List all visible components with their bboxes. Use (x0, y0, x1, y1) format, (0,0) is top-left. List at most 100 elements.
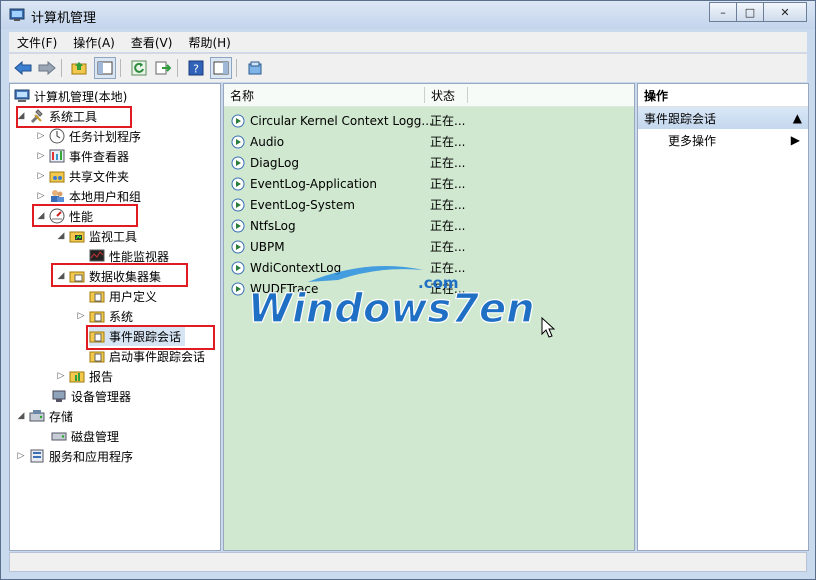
forward-button[interactable] (37, 58, 57, 78)
tree-item-local-users[interactable]: ▷ 本地用户和组 (36, 186, 141, 206)
expand-arrow-icon[interactable]: ▷ (36, 171, 46, 181)
title-bar[interactable]: 计算机管理 – □ ✕ (1, 1, 815, 29)
folder-icon (89, 288, 105, 304)
list-item-status: 正在... (430, 156, 466, 170)
show-action-pane-button[interactable] (210, 57, 232, 79)
trace-session-icon (230, 134, 246, 150)
highlight-box-system-tools (16, 106, 132, 128)
trace-session-icon (230, 176, 246, 192)
list-item-name: Audio (250, 134, 285, 149)
list-item[interactable]: NtfsLog 正在... (230, 215, 465, 236)
tree-label: 启动事件跟踪会话 (109, 349, 206, 364)
column-header-name[interactable]: 名称 (224, 87, 424, 104)
disk-icon (51, 428, 67, 444)
export-list-button[interactable] (153, 58, 173, 78)
tree-item-reports[interactable]: ▷ 报告 (56, 366, 113, 386)
list-item[interactable]: Circular Kernel Context Logg... 正在... (230, 110, 465, 131)
expand-arrow-icon[interactable]: ▷ (56, 371, 66, 381)
collapse-up-icon[interactable]: ▲ (793, 111, 802, 125)
trace-session-icon (230, 155, 246, 171)
trace-session-icon (230, 113, 246, 129)
tree-item-monitor-tools[interactable]: ◢ 监视工具 (56, 226, 137, 246)
toolbar-separator (61, 59, 62, 77)
actions-section-header[interactable]: 事件跟踪会话 ▲ (638, 107, 808, 129)
tree-item-user-defined[interactable]: 用户定义 (89, 286, 157, 306)
expand-arrow-icon[interactable]: ▷ (36, 131, 46, 141)
list-item[interactable]: UBPM 正在... (230, 236, 465, 257)
refresh-button[interactable] (129, 58, 149, 78)
tree-item-storage[interactable]: ◢ 存储 (16, 406, 73, 426)
tree-item-shared-folders[interactable]: ▷ 共享文件夹 (36, 166, 129, 186)
expand-arrow-icon[interactable]: ▷ (16, 451, 26, 461)
tree-label: 系统 (109, 309, 134, 324)
trace-session-icon (230, 197, 246, 213)
back-arrow-icon (14, 61, 32, 75)
tree-item-system[interactable]: ▷ 系统 (76, 306, 133, 326)
trace-session-icon (230, 239, 246, 255)
toolbar: ? (9, 53, 807, 82)
folder-icon (89, 308, 105, 324)
list-item-name: UBPM (250, 239, 285, 254)
expand-arrow-icon[interactable]: ▷ (76, 311, 86, 321)
clock-icon (49, 128, 65, 144)
reports-folder-icon (69, 368, 85, 384)
column-header-status[interactable]: 状态 (425, 87, 467, 104)
services-icon (29, 448, 45, 464)
computer-management-icon (9, 8, 25, 21)
tree-item-root[interactable]: 计算机管理(本地) (14, 86, 127, 106)
mouse-cursor-icon (541, 317, 555, 338)
tree-label: 性能监视器 (109, 249, 170, 264)
expand-arrow-icon[interactable]: ▷ (36, 151, 46, 161)
tree-item-services-apps[interactable]: ▷ 服务和应用程序 (16, 446, 133, 466)
tree-item-device-manager[interactable]: 设备管理器 (51, 386, 131, 406)
window-title: 计算机管理 (31, 11, 97, 26)
list-item-name: DiagLog (250, 155, 299, 170)
back-button[interactable] (13, 58, 33, 78)
tree-label: 共享文件夹 (69, 169, 130, 184)
tree-item-task-scheduler[interactable]: ▷ 任务计划程序 (36, 126, 141, 146)
menu-file[interactable]: 文件(F) (9, 34, 65, 51)
trace-session-icon (230, 260, 246, 276)
tree-label: 用户定义 (109, 289, 158, 304)
tree-item-event-viewer[interactable]: ▷ 事件查看器 (36, 146, 129, 166)
menu-bar: 文件(F) 操作(A) 查看(V) 帮助(H) (9, 32, 807, 52)
storage-icon (29, 408, 45, 424)
tree-label: 报告 (89, 369, 114, 384)
watermark-brand: Windows7en (248, 286, 535, 330)
tree-label: 监视工具 (89, 229, 138, 244)
minimize-button[interactable]: – (709, 2, 737, 22)
collapse-arrow-icon[interactable]: ◢ (16, 411, 26, 421)
list-item-name: NtfsLog (250, 218, 296, 233)
tree-item-disk-management[interactable]: 磁盘管理 (51, 426, 119, 446)
menu-view[interactable]: 查看(V) (123, 34, 181, 51)
list-item[interactable]: DiagLog 正在... (230, 152, 465, 173)
menu-help[interactable]: 帮助(H) (180, 34, 238, 51)
console-tree-icon (97, 61, 113, 75)
column-divider[interactable] (467, 87, 468, 103)
maximize-button[interactable]: □ (736, 2, 764, 22)
tree-label: 任务计划程序 (69, 129, 142, 144)
help-button[interactable]: ? (186, 58, 206, 78)
expand-arrow-icon[interactable]: ▷ (36, 191, 46, 201)
users-icon (49, 188, 65, 204)
tree-label: 事件查看器 (69, 149, 130, 164)
list-item[interactable]: Audio 正在... (230, 131, 465, 152)
list-item[interactable]: EventLog-Application 正在... (230, 173, 465, 194)
collapse-arrow-icon[interactable]: ◢ (56, 231, 66, 241)
up-folder-icon (71, 62, 87, 75)
show-hide-tree-button[interactable] (94, 57, 116, 79)
folder-icon (69, 228, 85, 244)
windows7en-watermark-logo: .com Windows7en (248, 266, 535, 330)
shared-folder-icon (49, 168, 65, 184)
menu-action[interactable]: 操作(A) (65, 34, 123, 51)
tree-label: 服务和应用程序 (49, 449, 134, 464)
action-pane-icon (213, 61, 229, 75)
help-icon: ? (188, 60, 204, 76)
list-item[interactable]: EventLog-System 正在... (230, 194, 465, 215)
up-folder-button[interactable] (70, 58, 90, 78)
more-actions-item[interactable]: 更多操作 ▶ (638, 129, 808, 151)
properties-button[interactable] (245, 58, 265, 78)
highlight-box-performance (32, 204, 138, 227)
console-tree: 计算机管理(本地) ◢ 系统工具 ▷ 任务计划程序 ▷ 事件查看器 ▷ 共享文件… (9, 83, 221, 551)
close-button[interactable]: ✕ (763, 2, 807, 22)
